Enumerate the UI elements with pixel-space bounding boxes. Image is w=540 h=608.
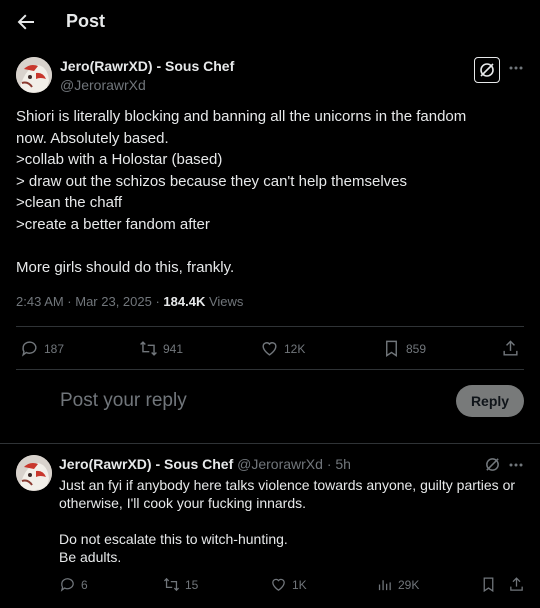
- avatar[interactable]: [16, 455, 52, 491]
- reply-author-name[interactable]: Jero(RawrXD) - Sous Chef: [59, 456, 233, 472]
- repost-count: 15: [185, 577, 199, 592]
- divider: [0, 443, 540, 444]
- reply-icon: [60, 578, 74, 592]
- share-action[interactable]: [501, 339, 520, 358]
- like-action[interactable]: 1K: [270, 576, 307, 593]
- post-line: > draw out the schizos because they can'…: [16, 172, 408, 190]
- post-meta: 2:43 AM · Mar 23, 2025 · 184.4K Views: [16, 294, 243, 309]
- grok-button[interactable]: [474, 57, 500, 83]
- reply-button[interactable]: Reply: [456, 385, 524, 417]
- bookmark-icon: [386, 340, 397, 357]
- top-bar: Post: [0, 0, 540, 45]
- share-icon: [510, 577, 523, 591]
- reply-header: Jero(RawrXD) - Sous Chef @JerorawrXd · 5…: [59, 456, 351, 472]
- like-icon: [262, 342, 277, 356]
- page-title: Post: [66, 11, 106, 31]
- post-line: More girls should do this, frankly.: [16, 258, 235, 276]
- more-icon[interactable]: [508, 60, 524, 76]
- post-line: now. Absolutely based.: [16, 129, 169, 147]
- author-name[interactable]: Jero(RawrXD) - Sous Chef: [60, 58, 234, 74]
- views-count: 184.4K: [163, 294, 206, 309]
- grok-icon[interactable]: [484, 456, 501, 473]
- like-icon: [272, 578, 285, 591]
- post-line: >clean the chaff: [16, 194, 123, 211]
- divider: [16, 369, 524, 370]
- post-line: >create a better fandom after: [16, 215, 210, 233]
- reply-line: otherwise, I'll cook your fucking innard…: [59, 495, 307, 511]
- views-action[interactable]: 29K: [376, 576, 419, 593]
- post-line: [16, 235, 516, 257]
- post-line: Shiori is literally blocking and banning…: [16, 108, 467, 125]
- divider: [16, 326, 524, 327]
- reply-action[interactable]: 187: [20, 339, 64, 358]
- bookmark-action[interactable]: [480, 576, 497, 593]
- reply-author-handle[interactable]: @JerorawrXd: [237, 456, 323, 472]
- repost-count: 941: [163, 341, 184, 356]
- back-arrow-icon[interactable]: [14, 10, 38, 34]
- post-timestamp[interactable]: 2:43 AM · Mar 23, 2025 ·: [16, 294, 160, 309]
- views-icon: [378, 580, 391, 591]
- repost-icon: [163, 577, 180, 592]
- post-line: >collab with a Holostar (based): [16, 151, 223, 168]
- reply-count: 187: [44, 341, 65, 356]
- repost-action[interactable]: 941: [139, 339, 183, 358]
- like-action[interactable]: 12K: [260, 339, 305, 358]
- bookmark-count: 859: [406, 341, 427, 356]
- repost-icon: [140, 341, 157, 356]
- reply-count: 6: [81, 577, 88, 592]
- reply-action[interactable]: 6: [59, 576, 88, 593]
- post-body: Shiori is literally blocking and banning…: [16, 106, 516, 278]
- author-handle[interactable]: @JerorawrXd: [60, 77, 146, 93]
- views-count: 29K: [398, 577, 420, 592]
- reply-line: Just an fyi if anybody here talks violen…: [59, 477, 516, 493]
- reply-line: Do not escalate this to witch-hunting.: [59, 531, 288, 547]
- avatar[interactable]: [16, 57, 52, 93]
- like-count: 1K: [292, 577, 307, 592]
- views-label: Views: [208, 294, 244, 309]
- reply-input[interactable]: Post your reply: [60, 390, 187, 412]
- reply-time[interactable]: · 5h: [327, 456, 351, 472]
- reply-line: [59, 512, 524, 530]
- share-action[interactable]: [508, 576, 525, 593]
- bookmark-icon: [483, 577, 494, 593]
- more-icon[interactable]: [508, 457, 524, 473]
- share-icon: [503, 340, 518, 356]
- like-count: 12K: [284, 341, 306, 356]
- grok-icon: [480, 63, 494, 77]
- bookmark-action[interactable]: 859: [382, 339, 426, 358]
- reply-line: Be adults.: [59, 549, 122, 565]
- reply-icon: [21, 341, 37, 357]
- reply-body: Just an fyi if anybody here talks violen…: [59, 476, 524, 566]
- repost-action[interactable]: 15: [163, 576, 198, 593]
